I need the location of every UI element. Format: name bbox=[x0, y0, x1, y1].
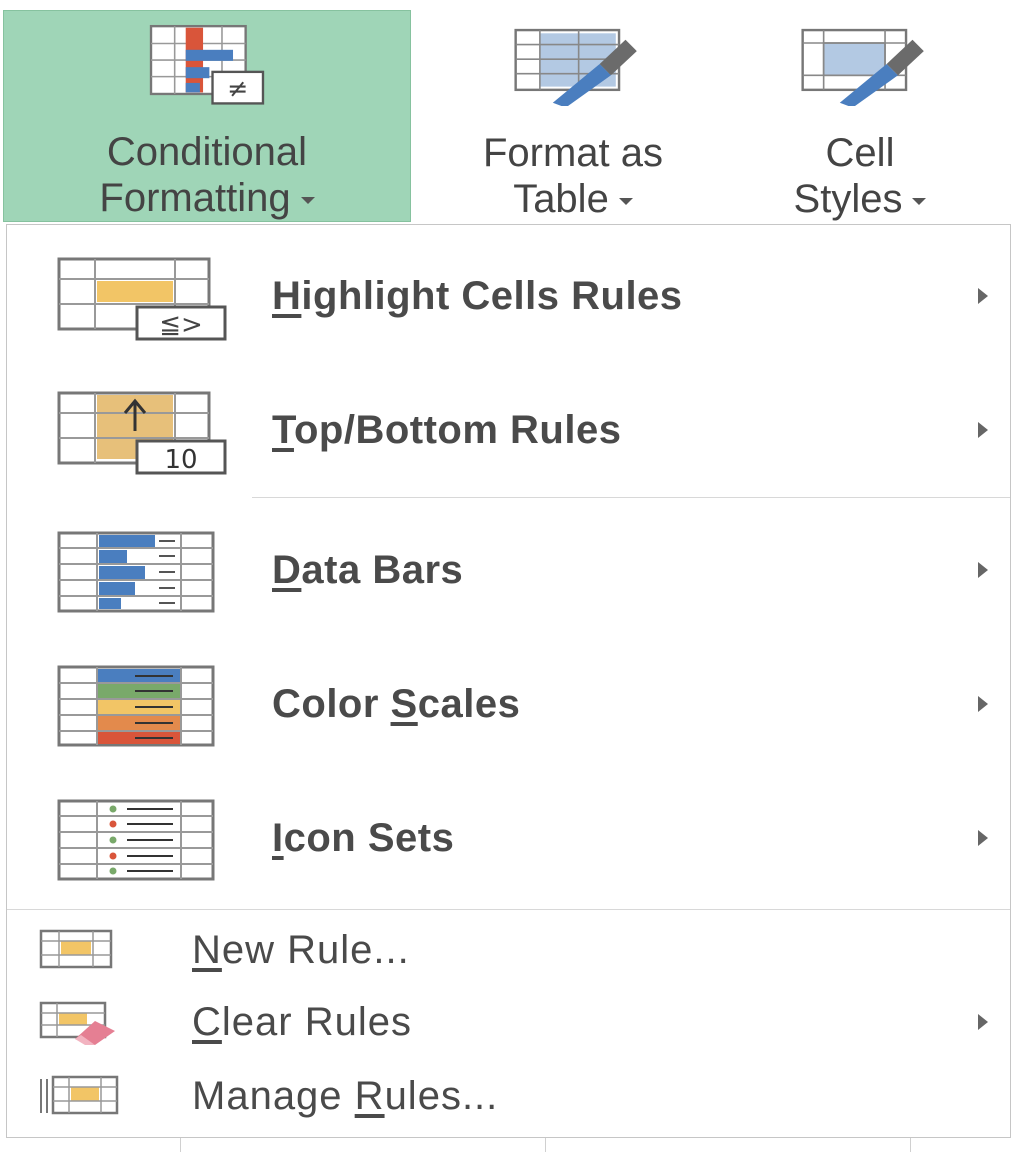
top-bottom-icon-text: 10 bbox=[164, 445, 197, 475]
menu-item-label: Manage Rules... bbox=[192, 1061, 498, 1131]
label-accelerator: I bbox=[272, 816, 284, 860]
format-as-table-label-line2: Table bbox=[513, 177, 609, 221]
label-suffix: op/Bottom Rules bbox=[293, 408, 622, 452]
chevron-down-icon bbox=[618, 197, 633, 205]
label-accelerator: R bbox=[354, 1074, 385, 1118]
label-accelerator: S bbox=[390, 682, 418, 726]
cell-styles-label-line1: Cell bbox=[825, 131, 895, 175]
menu-item-color-scales[interactable]: Color Scales bbox=[7, 645, 1010, 763]
label-suffix: lear Rules bbox=[221, 1000, 412, 1044]
submenu-arrow-icon bbox=[978, 288, 988, 304]
color-scales-icon bbox=[57, 665, 215, 747]
label-accelerator: H bbox=[272, 274, 302, 318]
conditional-formatting-label-line1: Conditional bbox=[106, 130, 308, 174]
submenu-arrow-icon bbox=[978, 696, 988, 712]
menu-item-label: Data Bars bbox=[272, 511, 463, 629]
menu-item-label: Color Scales bbox=[272, 645, 520, 763]
menu-item-data-bars[interactable]: Data Bars bbox=[7, 511, 1010, 629]
menu-item-label: Clear Rules bbox=[192, 987, 412, 1057]
label-suffix: ighlight Cells Rules bbox=[301, 274, 683, 318]
data-bars-icon bbox=[57, 531, 215, 613]
menu-item-clear-rules[interactable]: Clear Rules bbox=[7, 987, 1010, 1057]
submenu-arrow-icon bbox=[978, 830, 988, 846]
icon-sets-icon bbox=[57, 799, 215, 881]
menu-item-label: Top/Bottom Rules bbox=[272, 371, 621, 489]
menu-separator bbox=[7, 909, 1010, 910]
format-as-table-button[interactable]: Format as Table bbox=[418, 10, 728, 222]
sheet-gridline bbox=[545, 1138, 546, 1152]
conditional-formatting-label-line2: Formatting bbox=[99, 176, 291, 220]
label-suffix: ata Bars bbox=[301, 548, 464, 592]
sheet-gridline bbox=[180, 1138, 181, 1152]
label-accelerator: N bbox=[192, 928, 222, 972]
new-rule-icon bbox=[39, 929, 113, 969]
manage-rules-icon bbox=[40, 1075, 119, 1115]
submenu-arrow-icon bbox=[978, 422, 988, 438]
menu-separator bbox=[252, 497, 1010, 498]
submenu-arrow-icon bbox=[978, 562, 988, 578]
svg-text:≦>: ≦> bbox=[159, 310, 203, 340]
label-prefix: Color bbox=[272, 682, 391, 726]
format-as-table-label-line1: Format as bbox=[482, 131, 664, 175]
label-prefix: Manage bbox=[192, 1074, 355, 1118]
menu-item-label: Highlight Cells Rules bbox=[272, 237, 683, 355]
menu-item-icon-sets[interactable]: Icon Sets bbox=[7, 779, 1010, 897]
cell-styles-icon bbox=[801, 28, 924, 106]
menu-item-top-bottom-rules[interactable]: 10 Top/Bottom Rules bbox=[7, 371, 1010, 489]
format-as-table-icon bbox=[514, 28, 637, 106]
conditional-formatting-button[interactable]: ≠ Conditional Formatting bbox=[3, 10, 411, 222]
top-bottom-rules-icon: 10 bbox=[57, 391, 227, 475]
cell-styles-button[interactable]: Cell Styles bbox=[735, 10, 985, 222]
submenu-arrow-icon bbox=[978, 1014, 988, 1030]
label-accelerator: C bbox=[192, 1000, 222, 1044]
label-suffix: ew Rule... bbox=[221, 928, 410, 972]
menu-item-label: New Rule... bbox=[192, 915, 410, 985]
label-accelerator: T bbox=[272, 408, 294, 452]
label-accelerator: D bbox=[272, 548, 302, 592]
conditional-formatting-label-line2-wrap: Formatting bbox=[99, 175, 315, 221]
conditional-formatting-menu: ≦> Highlight Cells Rules 10 Top/Bottom R… bbox=[6, 224, 1011, 1138]
svg-text:≠: ≠ bbox=[227, 74, 248, 103]
conditional-formatting-icon: ≠ bbox=[149, 24, 265, 105]
menu-item-label: Icon Sets bbox=[272, 779, 454, 897]
format-as-table-label-line2-wrap: Table bbox=[513, 176, 633, 222]
label-suffix: cales bbox=[417, 682, 521, 726]
chevron-down-icon bbox=[300, 196, 315, 204]
sheet-gridline bbox=[910, 1138, 911, 1152]
cell-styles-label-line2-wrap: Styles bbox=[794, 176, 927, 222]
menu-item-new-rule[interactable]: New Rule... bbox=[7, 915, 1010, 985]
label-suffix: con Sets bbox=[283, 816, 455, 860]
highlight-cells-rules-icon: ≦> bbox=[57, 257, 227, 341]
label-suffix: ules... bbox=[384, 1074, 499, 1118]
menu-item-highlight-cells-rules[interactable]: ≦> Highlight Cells Rules bbox=[7, 237, 1010, 355]
chevron-down-icon bbox=[912, 197, 927, 205]
cell-styles-label-line2: Styles bbox=[793, 177, 903, 221]
clear-rules-icon bbox=[39, 1001, 115, 1045]
menu-item-manage-rules[interactable]: Manage Rules... bbox=[7, 1061, 1010, 1131]
ribbon: ≠ Conditional Formatting Format as Table bbox=[0, 0, 1011, 226]
